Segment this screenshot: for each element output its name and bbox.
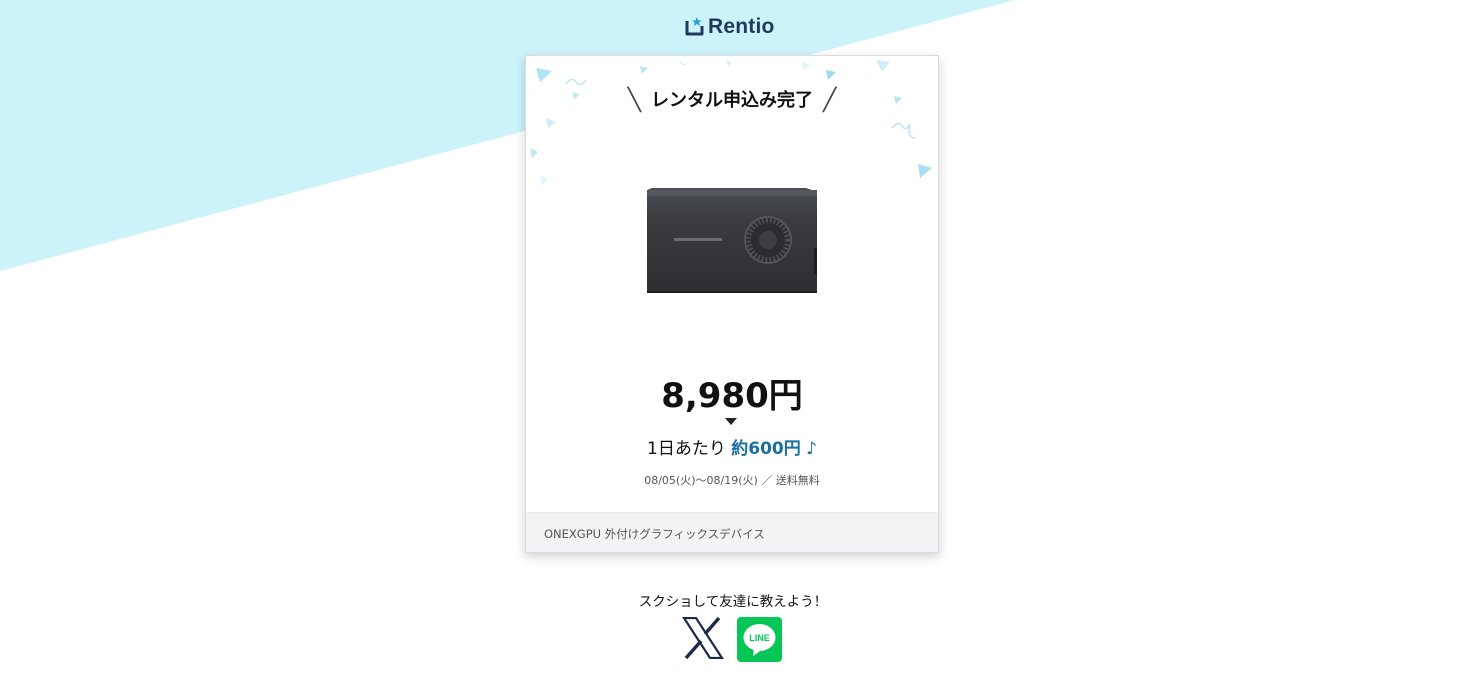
share-prompt: スクショして友達に教えよう！ [638,594,828,610]
rental-price: 8,980円 [661,376,803,416]
line-logo-icon: LINE [743,624,776,656]
product-image [647,188,817,293]
brand-name: Rentio [708,15,775,38]
down-arrow-icon [725,418,737,425]
order-complete-card: ╲ レンタル申込み完了 ╱ 8,980円 1日あたり 約600円 ♪ 08/05… [525,55,939,553]
product-footer: ONEXGPU 外付けグラフィックスデバイス [526,512,938,552]
rental-period: 08/05(火)〜08/19(火) ／ 送料無料 [644,474,820,487]
per-day-price: 1日あたり 約600円 ♪ [526,434,938,459]
completion-title: ╲ レンタル申込み完了 ╱ [526,86,938,113]
confetti-decoration [530,59,932,186]
per-day-value: 約600円 [731,439,801,459]
music-note-icon: ♪ [806,439,817,459]
per-day-prefix: 1日あたり [647,439,726,459]
line-logo-text: LINE [749,633,770,643]
rentio-logo[interactable]: Rentio [685,15,775,39]
line-share-button[interactable]: LINE [737,617,782,662]
title-left-mark: ╲ [627,88,641,113]
completion-page: Rentio ╲ レンタル申込み完了 ╱ 8,980円 1日あたり 約600円 … [0,0,1466,697]
completion-title-text: レンタル申込み完了 [651,90,813,111]
title-right-mark: ╱ [823,88,837,113]
rentio-logo-icon [685,17,704,36]
product-name: ONEXGPU 外付けグラフィックスデバイス [544,527,765,541]
x-share-icon[interactable] [682,617,724,659]
